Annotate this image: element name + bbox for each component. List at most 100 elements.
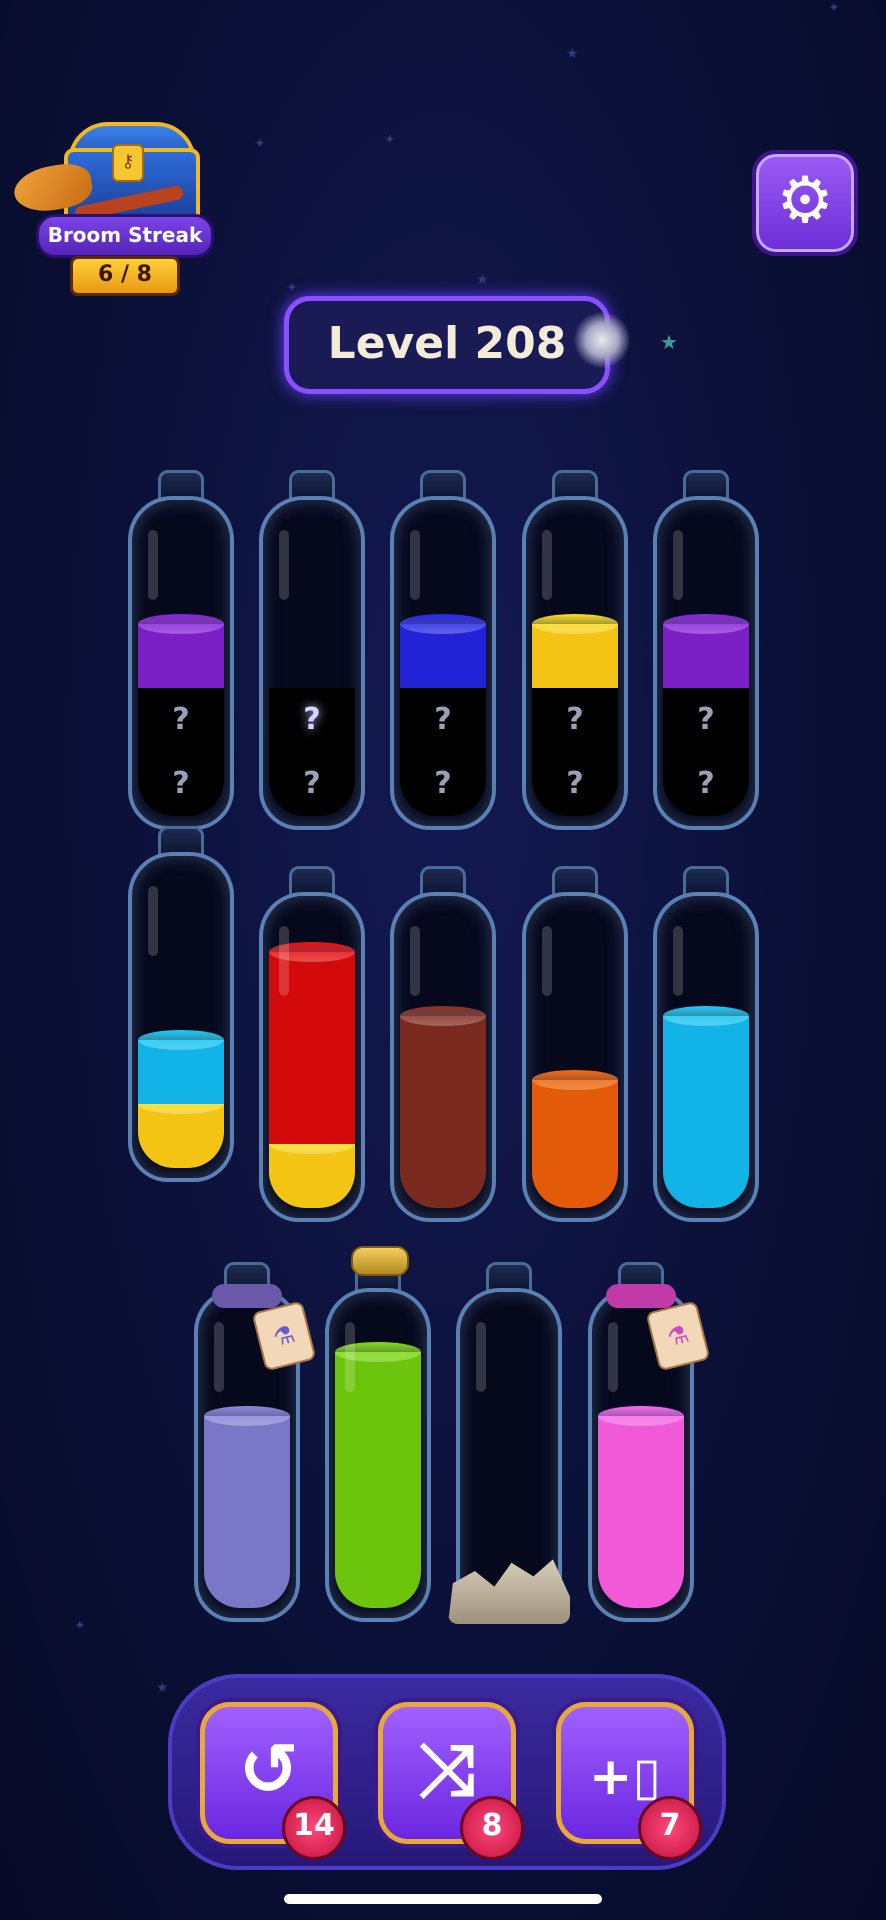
liquid-layer-cyan — [663, 1080, 749, 1144]
unknown-color-mark: ? — [172, 702, 190, 737]
bottle-body: ?? — [653, 496, 759, 830]
bottle-body — [390, 892, 496, 1222]
liquid-layer-yellow — [269, 1134, 355, 1208]
liquid-surface — [138, 1030, 224, 1050]
liquid-layer-brown — [400, 1144, 486, 1208]
liquid-layer-cyan — [663, 1144, 749, 1208]
liquid-layer-purple — [138, 614, 224, 688]
unknown-color-mark: ? — [434, 702, 452, 737]
liquid-layer-red — [269, 1080, 355, 1144]
unknown-color-mark: ? — [697, 766, 715, 801]
hidden-liquid-layer: ? — [532, 688, 618, 752]
bottle-body — [128, 852, 234, 1182]
bottle[interactable] — [259, 866, 365, 1224]
glass-shine — [608, 1322, 618, 1392]
hidden-liquid-layer: ? — [138, 688, 224, 752]
star-icon: ★ — [660, 330, 678, 354]
liquid-layer-orange — [532, 1070, 618, 1144]
bottle[interactable]: ?? — [259, 470, 365, 832]
hidden-liquid-layer: ? — [663, 688, 749, 752]
liquid-surface — [400, 614, 486, 634]
star-icon: ✦ — [828, 0, 840, 16]
unknown-color-mark: ? — [172, 766, 190, 801]
glass-shine — [279, 926, 289, 996]
liquid-layer-brown — [400, 1080, 486, 1144]
bottle-body: ?? — [390, 496, 496, 830]
liquid-layer-yellow — [138, 1094, 224, 1168]
star-icon: ★ — [476, 272, 489, 288]
hidden-liquid-layer: ? — [400, 752, 486, 816]
star-icon: ✦ — [254, 136, 266, 152]
liquid-layer-lavender — [204, 1406, 290, 1480]
hidden-liquid-layer: ? — [138, 752, 224, 816]
bottle[interactable]: ⚗ — [194, 1262, 317, 1624]
liquid-surface — [204, 1406, 290, 1426]
unknown-color-mark: ? — [566, 702, 584, 737]
bottle[interactable] — [522, 866, 628, 1224]
liquid-layer-lavender — [204, 1480, 290, 1544]
glass-shine — [148, 530, 158, 600]
liquid-surface — [598, 1406, 684, 1426]
bottle-body: ?? — [259, 496, 365, 830]
bottle[interactable] — [325, 1246, 431, 1624]
bottle[interactable] — [128, 826, 234, 1184]
shuffle-icon: ⤨ — [418, 1727, 476, 1811]
liquid-layer-pink — [598, 1406, 684, 1480]
bottle-body — [325, 1288, 431, 1622]
liquid-layer-orange — [532, 1144, 618, 1208]
liquid-layer-red — [269, 1016, 355, 1080]
star-icon: ✦ — [384, 132, 396, 148]
bottle[interactable] — [653, 866, 759, 1224]
liquid-surface — [138, 614, 224, 634]
liquid-surface — [400, 1006, 486, 1026]
liquid-layer-brown — [400, 1006, 486, 1080]
liquid-layer-lavender — [204, 1544, 290, 1608]
hidden-liquid-layer: ? — [663, 752, 749, 816]
rope-icon — [606, 1284, 676, 1308]
liquid-layer-cyan — [663, 1006, 749, 1080]
bottle[interactable]: ⚗ — [588, 1262, 711, 1624]
bottle-body: ?? — [128, 496, 234, 830]
liquid-surface — [663, 614, 749, 634]
liquid-layer-green — [335, 1544, 421, 1608]
liquid-layer-yellow — [532, 614, 618, 688]
bottle-body — [522, 892, 628, 1222]
liquid-layer-pink — [598, 1544, 684, 1608]
liquid-surface — [663, 1006, 749, 1026]
bottle[interactable]: ?? — [522, 470, 628, 832]
settings-button[interactable]: ⚙ — [752, 150, 858, 256]
bottle-body: ?? — [522, 496, 628, 830]
hidden-liquid-layer: ? — [400, 688, 486, 752]
gear-icon: ⚙ — [776, 164, 834, 238]
unknown-color-mark: ? — [566, 766, 584, 801]
star-icon: ✦ — [74, 1618, 86, 1634]
liquid-layer-pink — [598, 1480, 684, 1544]
glass-shine — [673, 926, 683, 996]
bottle[interactable] — [390, 866, 496, 1224]
sparkle-icon — [574, 312, 630, 368]
glass-shine — [476, 1322, 486, 1392]
home-indicator[interactable] — [284, 1894, 602, 1904]
cork-icon — [351, 1246, 409, 1276]
bottle[interactable]: ?? — [128, 470, 234, 832]
liquid-surface — [532, 1070, 618, 1090]
add-bottle-count-badge: 7 — [638, 1796, 702, 1860]
glass-shine — [214, 1322, 224, 1392]
streak-progress: 6 / 8 — [70, 256, 180, 296]
bottle[interactable]: ?? — [390, 470, 496, 832]
unknown-color-mark: ? — [303, 766, 321, 801]
bottle-body — [259, 892, 365, 1222]
bottle[interactable] — [448, 1262, 570, 1624]
glass-shine — [148, 886, 158, 956]
unknown-color-mark: ? — [697, 702, 715, 737]
glass-shine — [345, 1322, 355, 1392]
shuffle-count-badge: 8 — [460, 1796, 524, 1860]
add-bottle-icon: +▯ — [588, 1747, 662, 1807]
star-icon: ★ — [566, 46, 579, 62]
broom-streak-reward[interactable]: ⚷ Broom Streak 6 / 8 — [10, 118, 214, 298]
undo-count-badge: 14 — [282, 1796, 346, 1860]
glass-shine — [542, 926, 552, 996]
streak-title: Broom Streak — [36, 214, 214, 258]
bottle[interactable]: ?? — [653, 470, 759, 832]
hidden-liquid-layer: ? — [269, 688, 355, 752]
